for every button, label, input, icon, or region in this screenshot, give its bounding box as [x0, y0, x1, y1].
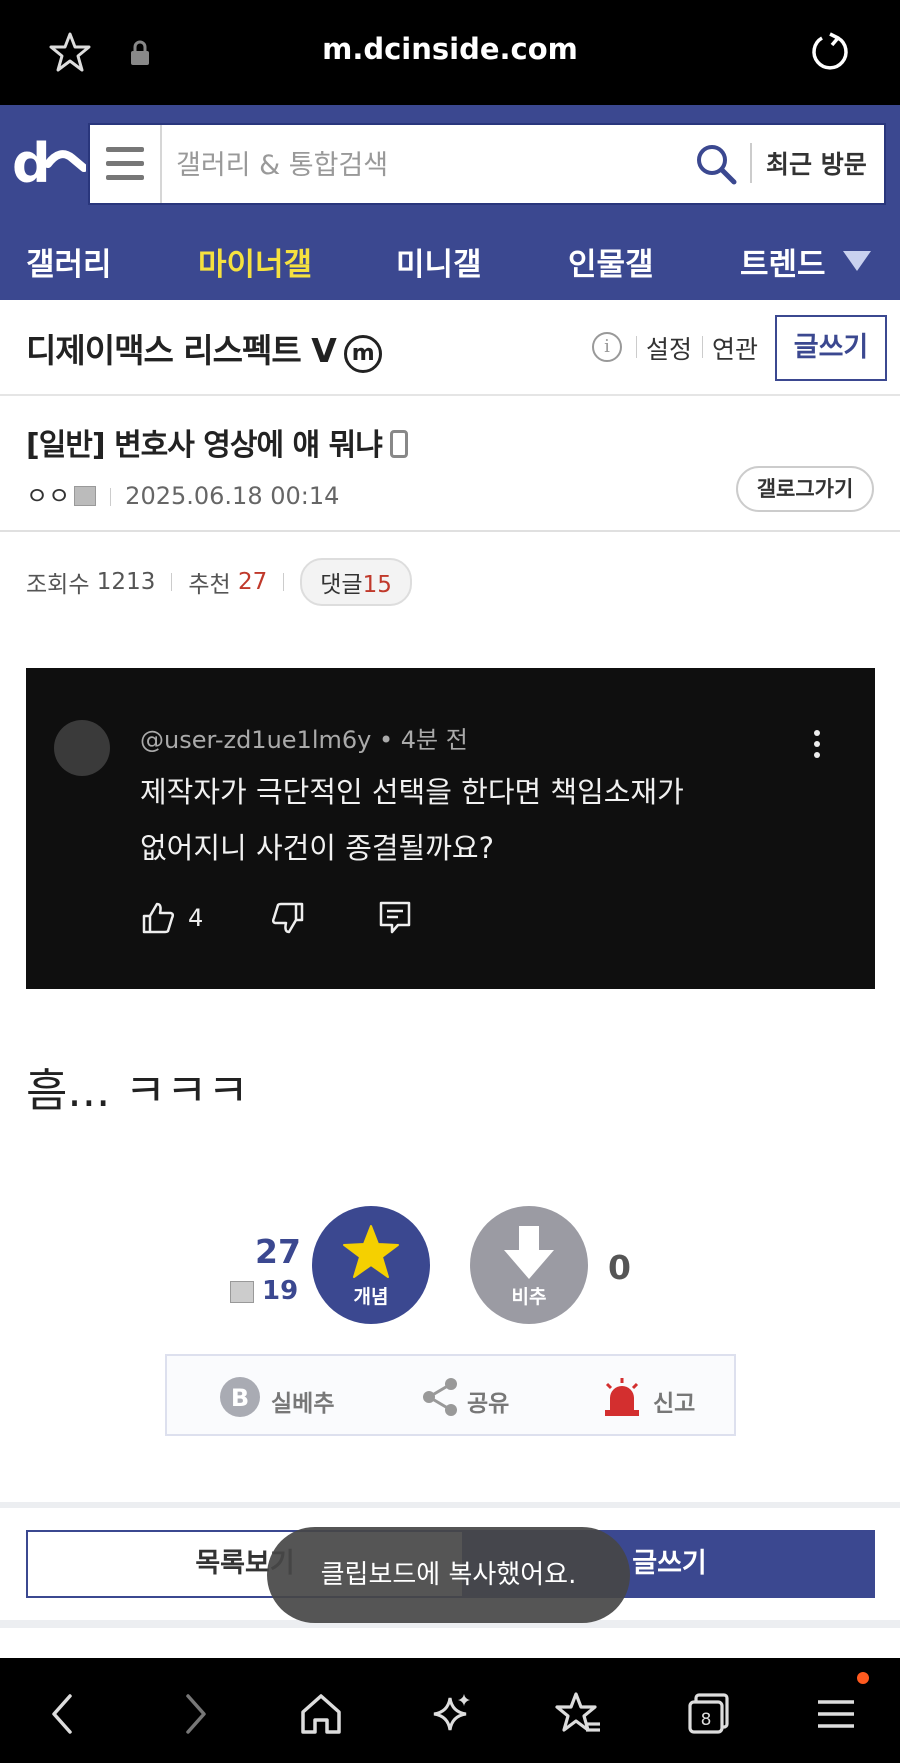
svg-text:B: B — [231, 1384, 249, 1412]
share-bar: B 실베추 공유 신고 — [165, 1354, 736, 1436]
more-options-icon — [814, 730, 820, 760]
post-stats: 조회수 1213 추천 27 댓글15 — [26, 558, 412, 606]
like-count: 4 — [188, 904, 204, 932]
divider — [110, 488, 112, 506]
siren-icon — [605, 1378, 639, 1416]
comment-username: @user-zd1ue1lm6y — [140, 726, 372, 754]
gallog-button[interactable]: 갤로그가기 — [736, 466, 874, 512]
comment-count-button[interactable]: 댓글15 — [300, 558, 412, 606]
reload-icon[interactable] — [808, 30, 852, 74]
comment-user: @user-zd1ue1lm6y • 4분 전 — [140, 726, 468, 754]
arrow-down-icon — [504, 1226, 554, 1279]
author-name[interactable]: ㅇㅇ — [26, 482, 70, 510]
recommend-label: 추천 — [188, 572, 231, 598]
post-title: [일반] 변호사 영상에 얘 뭐냐 — [26, 420, 408, 464]
recent-visit-button[interactable]: 최근 방문 — [766, 145, 867, 181]
back-icon[interactable] — [40, 1690, 88, 1738]
minor-gallery-badge: m — [343, 335, 382, 373]
thumbs-up-icon — [142, 902, 175, 934]
comment-line-2: 없어지니 사건이 종결될까요? — [140, 831, 494, 865]
views-count: 1213 — [96, 569, 156, 595]
site-header: d 최근 방문 — [0, 105, 900, 221]
post-body-text: 흠... ㅋㅋㅋ — [26, 1064, 249, 1117]
search-icon[interactable] — [695, 143, 737, 185]
b-circle-icon: B — [220, 1377, 260, 1417]
home-icon[interactable] — [297, 1690, 345, 1738]
recommend-down-label: 비추 — [511, 1286, 547, 1308]
recommend-up-label: 개념 — [353, 1286, 389, 1308]
post-meta: ㅇㅇ 2025.06.18 00:14 — [26, 476, 339, 511]
share-label: 공유 — [467, 1391, 510, 1417]
gallery-title[interactable]: 디제이맥스 리스펙트 Vm — [26, 324, 382, 373]
recommend-count: 27 — [237, 569, 268, 595]
nav-item-trend[interactable]: 트렌드 — [740, 239, 826, 284]
gallery-nav: 갤러리 마이너갤 미니갤 인물갤 트렌드 — [0, 221, 900, 300]
star-icon — [343, 1225, 399, 1278]
notification-dot — [857, 1672, 869, 1684]
search-divider — [750, 143, 752, 183]
browser-bottom-nav: 8 — [0, 1658, 900, 1763]
embedded-comment-image: @user-zd1ue1lm6y • 4분 전 제작자가 극단적인 선택을 한다… — [26, 668, 875, 989]
tabs-count: 8 — [701, 1710, 712, 1730]
mobile-icon — [389, 430, 408, 458]
divider — [636, 336, 637, 358]
gallery-title-row: 디제이맥스 리스펙트 Vm i 설정 연관 글쓰기 — [0, 300, 900, 396]
nav-item-minor-gallery[interactable]: 마이너갤 — [198, 239, 312, 284]
search-input[interactable] — [176, 145, 656, 185]
post-title-text: [일반] 변호사 영상에 얘 뭐냐 — [26, 428, 383, 463]
recommend-down-count: 0 — [608, 1248, 631, 1287]
clipboard-toast: 클립보드에 복사했어요. — [267, 1527, 630, 1623]
reply-icon — [379, 901, 411, 934]
related-link[interactable]: 연관 — [712, 330, 758, 366]
gallery-title-text: 디제이맥스 리스펙트 V — [26, 331, 337, 370]
sparkle-icon[interactable] — [426, 1690, 474, 1738]
address-bar-url[interactable]: m.dcinside.com — [0, 32, 900, 66]
recommend-up-count: 27 — [255, 1232, 301, 1271]
comments-count: 15 — [362, 572, 392, 598]
comment-line-1: 제작자가 극단적인 선택을 한다면 책임소재가 — [140, 775, 684, 809]
fixed-member-icon — [230, 1281, 254, 1303]
search-box: 최근 방문 — [88, 123, 886, 205]
report-label: 신고 — [653, 1391, 696, 1417]
views-label: 조회수 — [26, 572, 90, 598]
nav-item-gallery[interactable]: 갤러리 — [26, 239, 112, 284]
dc-logo-icon[interactable]: d — [12, 132, 86, 194]
bookmarks-icon[interactable] — [554, 1690, 602, 1738]
info-icon[interactable]: i — [592, 332, 622, 362]
best-recommend-label: 실베추 — [271, 1391, 335, 1417]
browser-top-bar: m.dcinside.com — [0, 0, 900, 105]
forward-icon[interactable] — [170, 1690, 218, 1738]
nav-dropdown-icon[interactable] — [843, 251, 871, 271]
settings-link[interactable]: 설정 — [646, 330, 692, 366]
divider — [702, 336, 703, 358]
avatar — [54, 720, 110, 776]
nav-item-person-gallery[interactable]: 인물갤 — [568, 239, 654, 284]
recommend-down-button[interactable]: 비추 — [470, 1206, 588, 1324]
comment-text: 제작자가 극단적인 선택을 한다면 책임소재가 없어지니 사건이 종결될까요? — [140, 764, 780, 876]
share-icon — [423, 1378, 457, 1416]
write-button-top[interactable]: 글쓰기 — [775, 315, 887, 381]
member-icon — [74, 486, 97, 506]
menu-button[interactable] — [90, 125, 162, 203]
post-header: [일반] 변호사 영상에 얘 뭐냐 ㅇㅇ 2025.06.18 00:14 갤로그… — [0, 396, 900, 532]
tabs-icon[interactable]: 8 — [684, 1690, 732, 1738]
thumbs-down-icon — [271, 902, 304, 934]
comments-label: 댓글 — [320, 572, 363, 598]
menu-icon[interactable] — [812, 1690, 860, 1738]
divider — [0, 1502, 900, 1508]
recommend-up-button[interactable]: 개념 — [312, 1206, 430, 1324]
comment-time: 4분 전 — [400, 726, 468, 754]
post-date: 2025.06.18 00:14 — [125, 482, 340, 510]
nav-item-mini-gallery[interactable]: 미니갤 — [396, 239, 482, 284]
fixed-recommend-count: 19 — [262, 1276, 299, 1306]
